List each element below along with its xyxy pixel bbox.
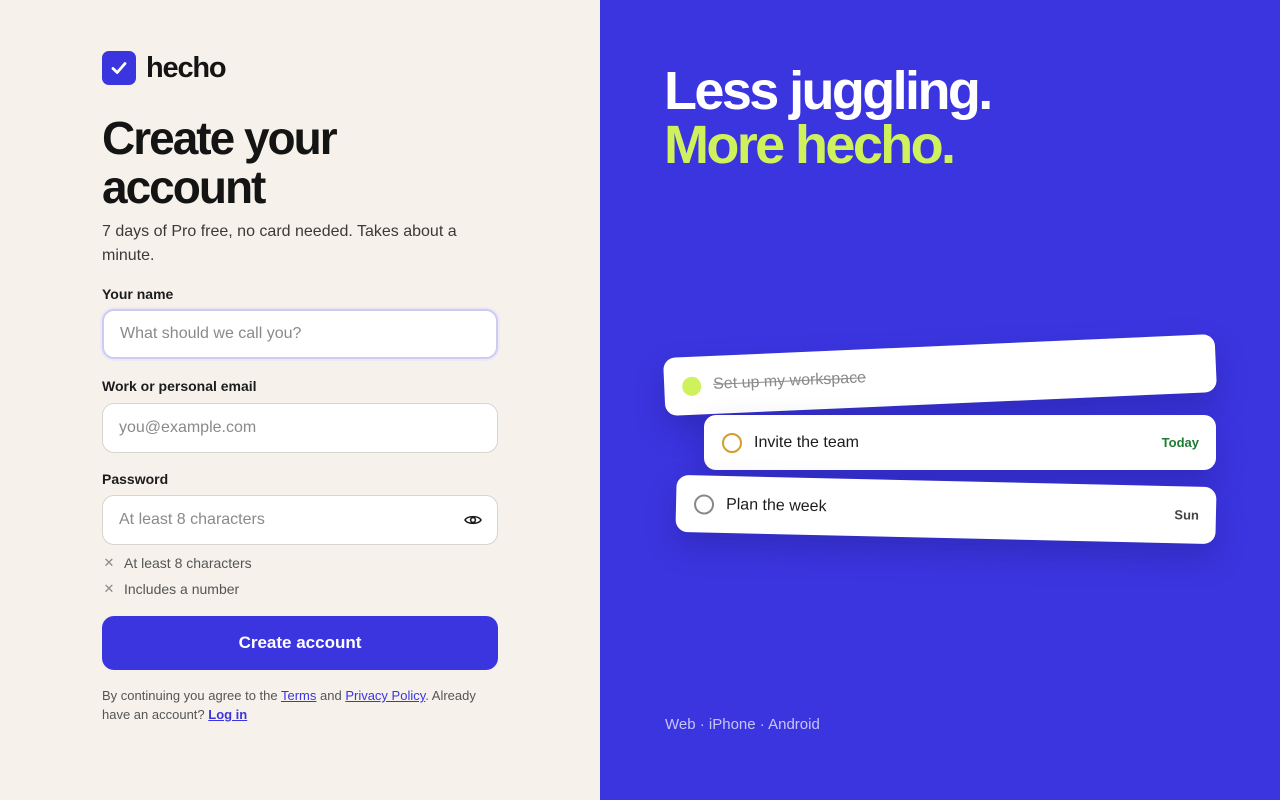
promo-headline: Less juggling. More hecho. xyxy=(664,61,993,175)
name-label: Your name xyxy=(102,286,174,302)
name-input[interactable] xyxy=(102,309,498,359)
signup-page: hecho Create your account 7 days of Pro … xyxy=(0,0,1280,800)
task-text: Set up my workspace xyxy=(712,369,867,393)
task-circle-icon xyxy=(722,432,742,453)
logo xyxy=(102,51,136,85)
task-card: Plan the week Sun xyxy=(675,474,1217,545)
task-due-badge: Today xyxy=(1161,435,1199,450)
rule-text: Includes a number xyxy=(124,581,240,597)
signup-panel: hecho Create your account 7 days of Pro … xyxy=(0,0,600,800)
page-subtitle: 7 days of Pro free, no card needed. Take… xyxy=(102,223,457,264)
headline-line-1: Less juggling. xyxy=(664,61,993,121)
create-account-button[interactable]: Create account xyxy=(102,616,498,670)
task-done-icon xyxy=(681,375,702,396)
task-card-done: Set up my workspace xyxy=(662,333,1218,417)
cross-icon: ✕ xyxy=(103,555,115,570)
checkmark-icon xyxy=(111,62,127,74)
platforms-list: Web · iPhone · Android xyxy=(665,716,820,733)
password-label: Password xyxy=(102,471,169,487)
task-text: Plan the week xyxy=(725,495,827,515)
terms-link[interactable]: Terms xyxy=(281,688,316,703)
email-input[interactable] xyxy=(102,403,498,453)
login-link[interactable]: Log in xyxy=(208,707,247,722)
page-title: Create your account xyxy=(102,112,338,213)
email-label: Work or personal email xyxy=(102,378,257,394)
task-due-badge: Sun xyxy=(1174,507,1200,523)
brand[interactable]: hecho xyxy=(102,51,227,85)
legal-and: and xyxy=(316,688,346,703)
task-circle-icon xyxy=(693,493,715,515)
promo-panel: Less juggling. More hecho. Set up my wor… xyxy=(600,0,1280,800)
legal-prefix: By continuing you agree to the xyxy=(102,688,281,703)
password-input[interactable] xyxy=(102,495,498,545)
password-rule-number: ✕ Includes a number xyxy=(102,581,240,597)
rule-text: At least 8 characters xyxy=(124,555,252,571)
headline-line-2: More hecho. xyxy=(664,115,956,175)
task-text: Invite the team xyxy=(754,433,859,451)
brand-name: hecho xyxy=(146,51,227,84)
legal-text: By continuing you agree to the Terms and… xyxy=(102,686,502,724)
show-password-button[interactable] xyxy=(459,507,487,533)
cross-icon: ✕ xyxy=(103,581,115,596)
task-card: Invite the team Today xyxy=(704,415,1216,470)
eye-icon xyxy=(464,515,482,525)
password-rule-length: ✕ At least 8 characters xyxy=(102,555,252,571)
privacy-policy-link[interactable]: Privacy Policy xyxy=(345,688,425,703)
